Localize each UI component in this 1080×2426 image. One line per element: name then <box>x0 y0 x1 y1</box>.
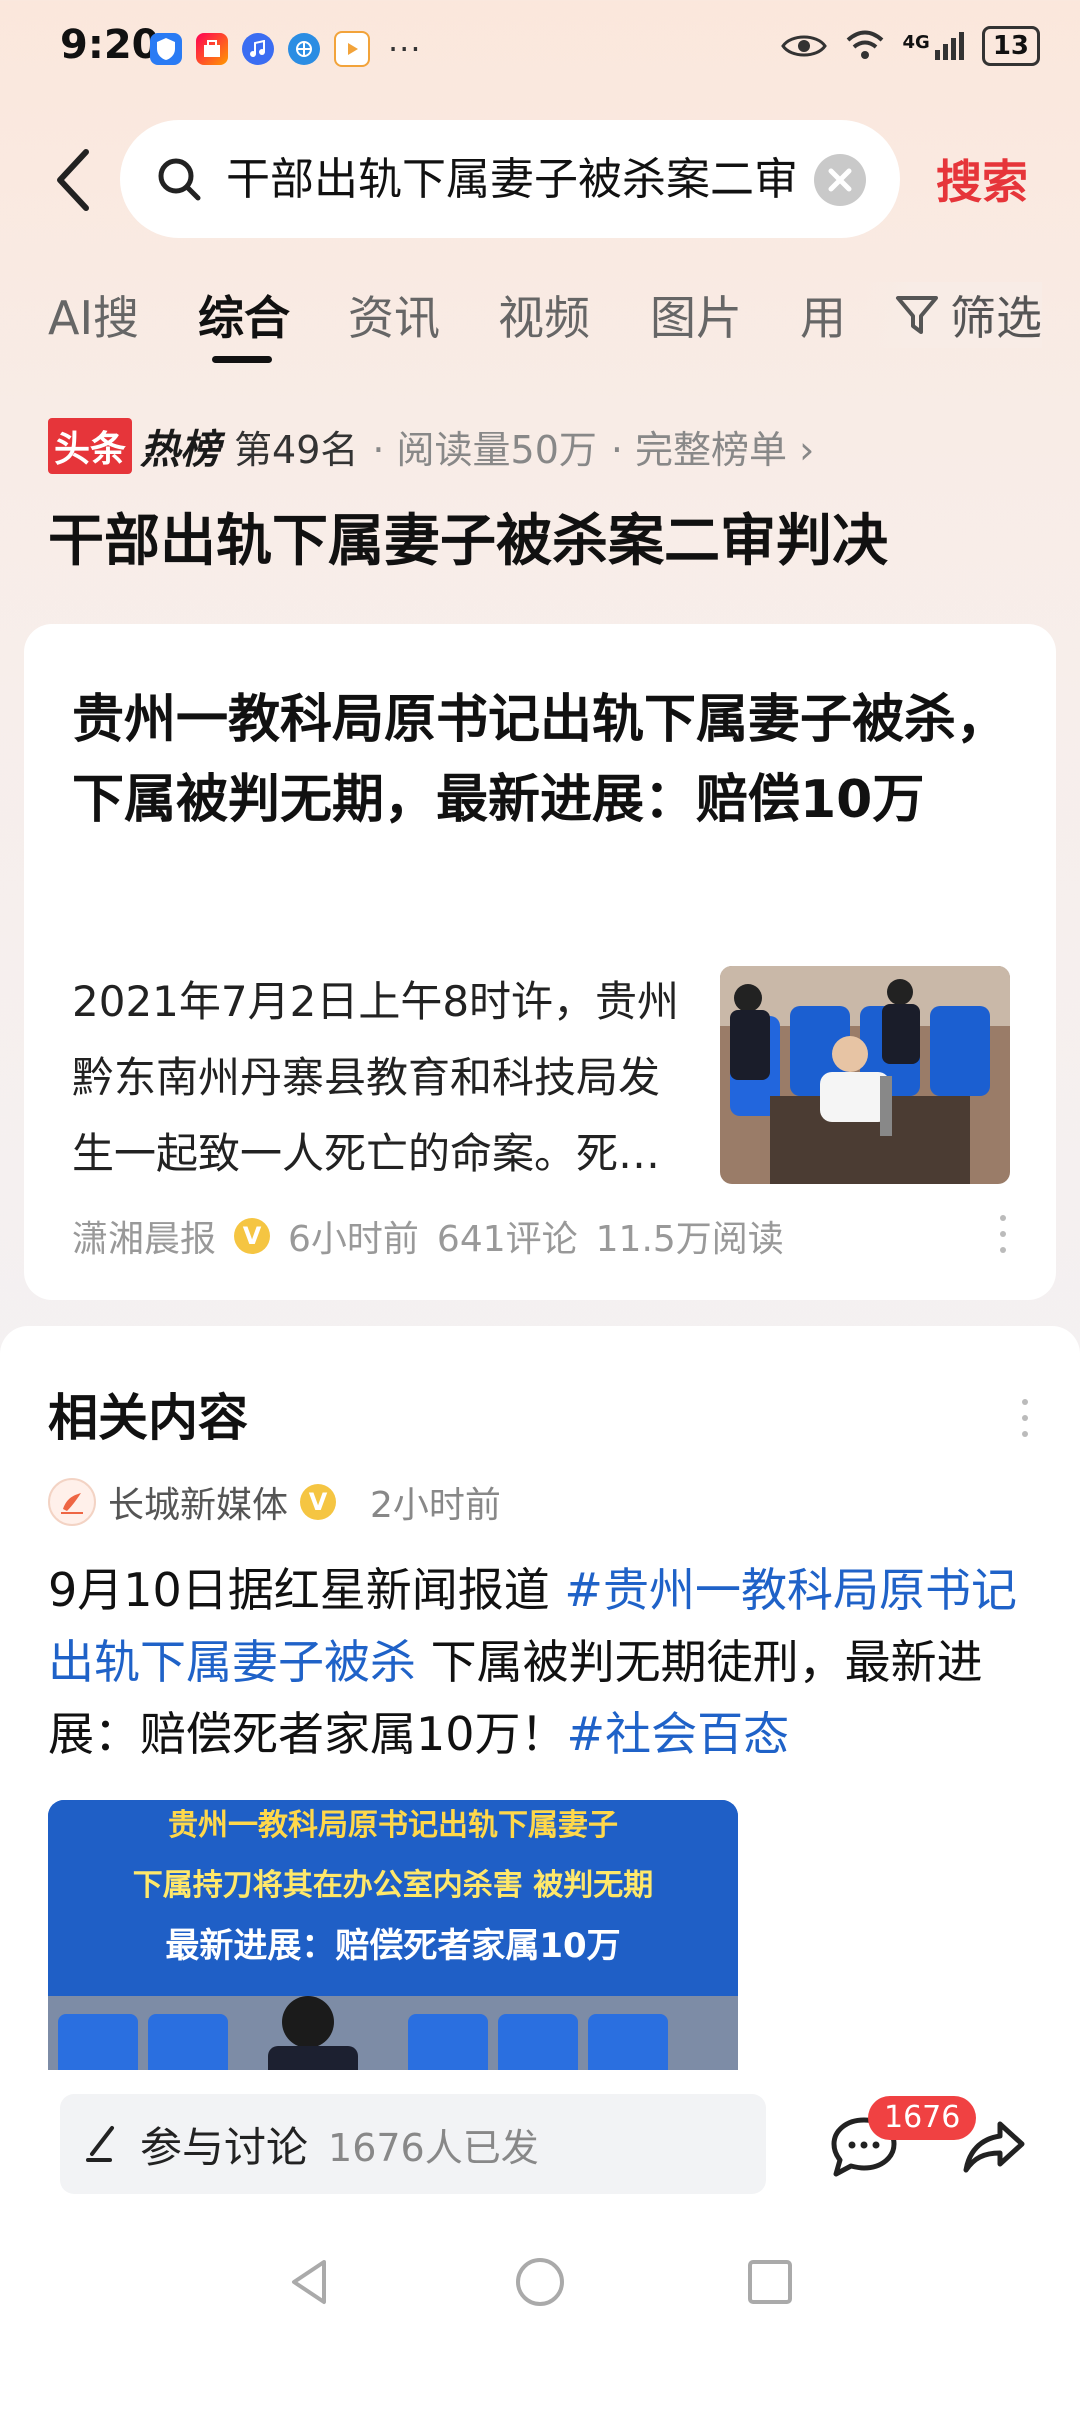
video-app-icon <box>334 31 370 67</box>
hot-list-row[interactable]: 头条 热榜 第49名 · 阅读量50万 · 完整榜单 › <box>48 418 814 474</box>
share-icon[interactable] <box>962 2118 1026 2174</box>
article-thumbnail[interactable] <box>720 966 1010 1184</box>
article-reads: 11.5万阅读 <box>595 1219 784 1260</box>
pen-icon <box>86 2126 114 2162</box>
verified-icon: V <box>234 1218 271 1254</box>
search-submit-button[interactable]: 搜索 <box>936 146 1028 212</box>
image-caption-3: 最新进展：赔偿死者家属10万 <box>165 1926 621 1966</box>
article-title[interactable]: 贵州一教科局原书记出轨下属妻子被杀，下属被判无期，最新进展：赔偿10万 <box>72 680 1032 840</box>
hot-topic-title: 干部出轨下属妻子被杀案二审判决 <box>48 509 888 574</box>
hot-list-badge: 热榜 <box>140 427 221 473</box>
filter-label: 筛选 <box>950 291 1042 345</box>
nav-recents-icon[interactable] <box>744 2256 796 2308</box>
system-nav-bar <box>0 2220 1080 2340</box>
search-icon <box>158 158 201 201</box>
tab-images[interactable]: 图片 <box>650 282 742 348</box>
network-type: 4G <box>902 32 930 53</box>
signal-indicator: 4G <box>903 32 964 60</box>
article-time: 6小时前 <box>288 1219 419 1260</box>
post-image[interactable]: 贵州一教科局原书记出轨下属妻子 下属持刀将其在办公室内杀害 被判无期 最新进展：… <box>48 1800 738 2096</box>
status-bar: 9:20 ··· 4G 13 <box>0 0 1080 100</box>
notification-icons: ··· <box>150 30 422 68</box>
nav-back-icon[interactable] <box>284 2256 336 2308</box>
tab-news[interactable]: 资讯 <box>348 282 440 348</box>
full-list-link[interactable]: · 完整榜单 › <box>611 419 814 474</box>
image-caption-1: 贵州一教科局原书记出轨下属妻子 <box>168 1808 618 1843</box>
back-button[interactable] <box>42 140 102 220</box>
hot-reads: · 阅读量50万 <box>372 427 597 472</box>
article-summary: 2021年7月2日上午8时许，贵州黔东南州丹寨县教育和科技局发生一起致一人死亡的… <box>72 977 680 1178</box>
store-app-icon <box>196 33 228 65</box>
verified-icon: V <box>300 1484 337 1520</box>
search-box[interactable]: 干部出轨下属妻子被杀案二审 <box>120 120 900 238</box>
wifi-icon <box>846 30 883 59</box>
hashtag-link[interactable]: #社会百态 <box>567 1707 790 1761</box>
article-source[interactable]: 潇湘晨报 <box>72 1210 216 1262</box>
post-body[interactable]: 9月10日据红星新闻报道 #贵州一教科局原书记出轨下属妻子被杀 下属被判无期徒刑… <box>48 1554 1038 1770</box>
tab-video[interactable]: 视频 <box>498 282 590 348</box>
chevron-left-icon <box>57 149 89 211</box>
filter-button[interactable]: 筛选 <box>864 282 1042 348</box>
battery-indicator: 13 <box>981 26 1040 66</box>
shield-app-icon <box>150 33 182 65</box>
more-options-icon[interactable] <box>996 1212 1010 1256</box>
system-indicators: 4G 13 <box>780 26 1040 66</box>
clear-search-button[interactable] <box>814 154 866 206</box>
post-source-row[interactable]: 长城新媒体 V 2小时前 <box>48 1476 501 1528</box>
hot-rank: 第49名 <box>234 427 359 472</box>
discuss-count: 1676人已发 <box>328 2125 539 2170</box>
close-icon <box>828 168 852 192</box>
post-text-prefix: 9月10日据红星新闻报道 <box>48 1563 565 1617</box>
related-heading: 相关内容 <box>48 1389 248 1447</box>
bottom-action-bar: 参与讨论 1676人已发 1676 <box>0 2070 1080 2220</box>
search-tabs: AI搜 综合 资讯 视频 图片 用 筛选 <box>0 272 1080 372</box>
toutiao-badge: 头条 <box>48 418 133 474</box>
post-source[interactable]: 长城新媒体 <box>108 1476 288 1528</box>
more-options-icon[interactable] <box>1018 1396 1032 1440</box>
eye-icon <box>780 35 827 57</box>
nav-home-icon[interactable] <box>514 2256 566 2308</box>
tab-users[interactable]: 用 <box>800 282 846 348</box>
article-card[interactable]: 贵州一教科局原书记出轨下属妻子被杀，下属被判无期，最新进展：赔偿10万 2021… <box>24 624 1056 1300</box>
status-time: 9:20 <box>60 22 160 68</box>
post-time: 2小时前 <box>370 1485 501 1526</box>
source-logo-icon <box>48 1478 96 1526</box>
tab-all[interactable]: 综合 <box>198 282 290 348</box>
more-notifications: ··· <box>388 30 422 68</box>
discuss-label: 参与讨论 <box>140 2122 309 2172</box>
filter-icon <box>896 296 938 334</box>
active-tab-indicator <box>212 356 272 363</box>
discuss-input[interactable]: 参与讨论 1676人已发 <box>60 2094 766 2194</box>
comment-count-badge: 1676 <box>868 2096 977 2140</box>
tab-ai-search[interactable]: AI搜 <box>48 282 139 348</box>
browser-app-icon <box>288 33 320 65</box>
article-meta: 潇湘晨报 V 6小时前 641评论 11.5万阅读 <box>72 1210 784 1262</box>
music-app-icon <box>242 33 274 65</box>
article-comments: 641评论 <box>436 1219 578 1260</box>
image-caption-2: 下属持刀将其在办公室内杀害 被判无期 <box>132 1868 654 1903</box>
search-input[interactable]: 干部出轨下属妻子被杀案二审 <box>226 150 826 210</box>
